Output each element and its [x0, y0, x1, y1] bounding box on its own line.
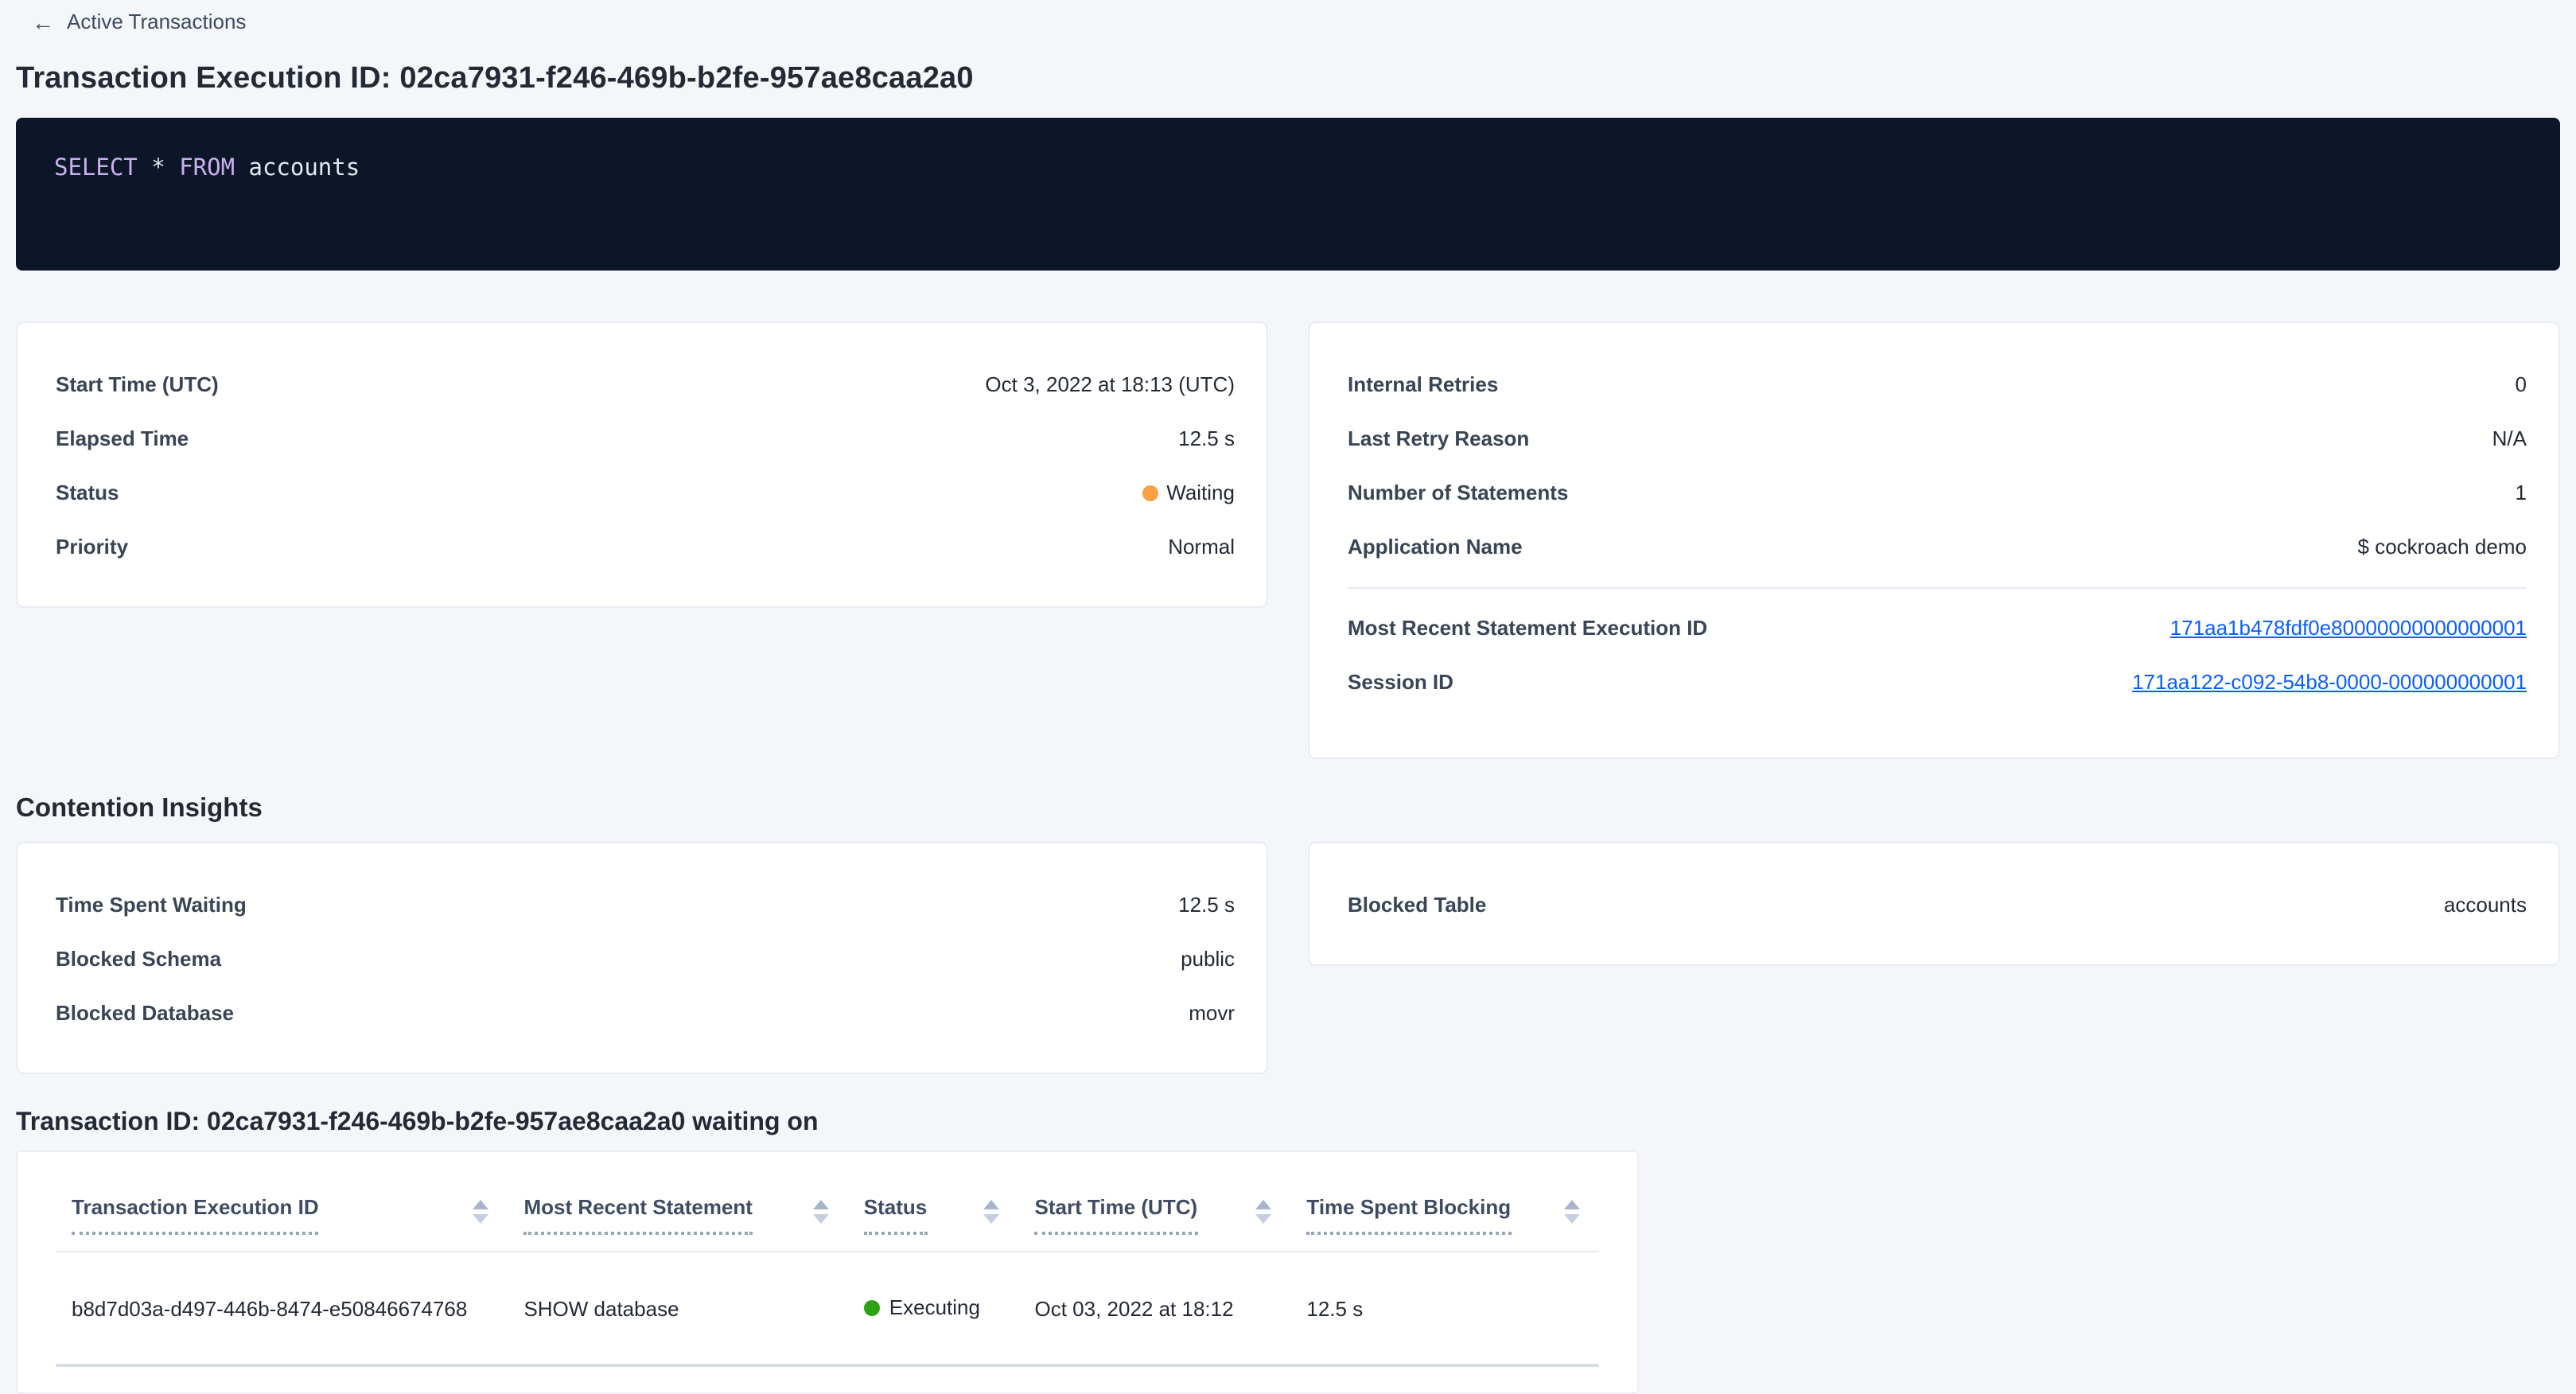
status-text: Waiting — [1166, 481, 1235, 504]
summary-row-statement-execution-id: Most Recent Statement Execution ID 171aa… — [1348, 601, 2527, 655]
sql-statement-box: SELECT * FROM accounts — [16, 117, 2560, 270]
summary-row-start-time: Start Time (UTC) Oct 3, 2022 at 18:13 (U… — [56, 357, 1235, 411]
back-link-active-transactions[interactable]: ← Active Transactions — [32, 10, 246, 33]
contention-row-blocked-schema: Blocked Schema public — [56, 932, 1235, 986]
row-label: Priority — [56, 535, 128, 559]
row-value: 1 — [2516, 481, 2527, 504]
table-row-divider — [56, 1364, 1599, 1367]
contention-row-blocked-database: Blocked Database movr — [56, 986, 1235, 1040]
row-label: Blocked Database — [56, 1001, 234, 1025]
summary-row-internal-retries: Internal Retries 0 — [1348, 357, 2527, 411]
sort-icon[interactable] — [984, 1199, 1000, 1223]
summary-cards-row: Start Time (UTC) Oct 3, 2022 at 18:13 (U… — [16, 321, 2560, 758]
row-label: Most Recent Statement Execution ID — [1348, 616, 1707, 640]
sql-statement: SELECT * FROM accounts — [54, 155, 2522, 181]
row-label: Application Name — [1348, 535, 1523, 559]
row-label: Blocked Schema — [56, 947, 221, 971]
table-row: b8d7d03a-d497-446b-8474-e50846674768 SHO… — [18, 1252, 1637, 1364]
statement-execution-id-link[interactable]: 171aa1b478fdf0e80000000000000001 — [2170, 616, 2527, 640]
row-label: Number of Statements — [1348, 481, 1568, 504]
row-value: movr — [1189, 1001, 1235, 1025]
status-executing-dot-icon — [864, 1300, 880, 1316]
summary-card-right: Internal Retries 0 Last Retry Reason N/A… — [1308, 321, 2560, 758]
cell-start-time: Oct 03, 2022 at 18:12 — [1019, 1296, 1291, 1320]
row-value: Normal — [1168, 535, 1235, 559]
transaction-details-page: ← Active Transactions Transaction Execut… — [0, 0, 2576, 1365]
sort-icon[interactable] — [813, 1199, 829, 1223]
waiting-on-heading: Transaction ID: 02ca7931-f246-469b-b2fe-… — [16, 1108, 2560, 1137]
column-header-label: Time Spent Blocking — [1306, 1193, 1511, 1235]
row-label: Internal Retries — [1348, 372, 1498, 396]
summary-row-status: Status Waiting — [56, 465, 1235, 520]
page-title: Transaction Execution ID: 02ca7931-f246-… — [16, 61, 2560, 96]
sql-star: * — [151, 155, 165, 181]
contention-card-right: Blocked Table accounts — [1308, 841, 2560, 965]
session-id-link[interactable]: 171aa122-c092-54b8-0000-000000000001 — [2132, 670, 2527, 694]
row-value: public — [1181, 947, 1235, 971]
back-link-label: Active Transactions — [67, 10, 246, 33]
row-label: Elapsed Time — [56, 426, 189, 450]
row-value: $ cockroach demo — [2358, 535, 2527, 559]
row-label: Session ID — [1348, 670, 1453, 694]
row-label: Status — [56, 481, 119, 504]
summary-row-elapsed-time: Elapsed Time 12.5 s — [56, 411, 1235, 465]
column-header-start-time[interactable]: Start Time (UTC) — [1019, 1193, 1291, 1235]
table-header-row: Transaction Execution ID Most Recent Sta… — [18, 1151, 1637, 1235]
summary-row-application-name: Application Name $ cockroach demo — [1348, 520, 2527, 574]
sort-icon[interactable] — [473, 1199, 488, 1223]
sort-icon[interactable] — [1564, 1199, 1580, 1223]
summary-row-number-of-statements: Number of Statements 1 — [1348, 465, 2527, 520]
summary-row-session-id: Session ID 171aa122-c092-54b8-0000-00000… — [1348, 655, 2527, 709]
card-divider — [1348, 586, 2527, 588]
summary-card-left: Start Time (UTC) Oct 3, 2022 at 18:13 (U… — [16, 321, 1268, 607]
cell-status: Executing — [848, 1296, 1019, 1321]
row-value: 0 — [2516, 372, 2527, 396]
status-waiting-dot-icon — [1142, 485, 1158, 500]
sql-table-name: accounts — [249, 155, 360, 181]
column-header-label: Transaction Execution ID — [72, 1193, 319, 1235]
row-label: Time Spent Waiting — [56, 893, 247, 917]
cell-transaction-execution-id: b8d7d03a-d497-446b-8474-e50846674768 — [56, 1296, 508, 1320]
status-text: Executing — [889, 1296, 980, 1320]
row-value: 12.5 s — [1178, 893, 1235, 917]
cell-time-spent-blocking: 12.5 s — [1290, 1296, 1599, 1320]
status-badge: Waiting — [1142, 481, 1235, 504]
row-value: N/A — [2492, 426, 2527, 450]
column-header-label: Status — [864, 1193, 927, 1235]
contention-row-blocked-table: Blocked Table accounts — [1348, 878, 2527, 932]
contention-insights-heading: Contention Insights — [16, 793, 2560, 824]
contention-card-left: Time Spent Waiting 12.5 s Blocked Schema… — [16, 841, 1268, 1073]
sql-keyword-from: FROM — [179, 155, 235, 181]
back-arrow-icon: ← — [32, 10, 54, 33]
summary-row-priority: Priority Normal — [56, 520, 1235, 574]
contention-row-time-spent-waiting: Time Spent Waiting 12.5 s — [56, 878, 1235, 932]
summary-row-last-retry-reason: Last Retry Reason N/A — [1348, 411, 2527, 465]
sort-icon[interactable] — [1255, 1199, 1271, 1223]
row-label: Start Time (UTC) — [56, 372, 219, 396]
column-header-most-recent-statement[interactable]: Most Recent Statement — [508, 1193, 847, 1235]
row-value: Oct 3, 2022 at 18:13 (UTC) — [985, 372, 1235, 396]
row-label: Last Retry Reason — [1348, 426, 1529, 450]
row-label: Blocked Table — [1348, 893, 1486, 917]
cell-most-recent-statement: SHOW database — [508, 1296, 847, 1320]
column-header-status[interactable]: Status — [848, 1193, 1019, 1235]
column-header-label: Most Recent Statement — [523, 1193, 753, 1235]
waiting-on-table: Transaction Execution ID Most Recent Sta… — [16, 1150, 1639, 1394]
row-value: 12.5 s — [1178, 426, 1235, 450]
status-badge: Executing — [864, 1296, 980, 1320]
sql-keyword-select: SELECT — [54, 155, 138, 181]
row-value: accounts — [2444, 893, 2527, 917]
column-header-label: Start Time (UTC) — [1035, 1193, 1198, 1235]
column-header-transaction-execution-id[interactable]: Transaction Execution ID — [56, 1193, 508, 1235]
contention-cards-row: Time Spent Waiting 12.5 s Blocked Schema… — [16, 841, 2560, 1073]
column-header-time-spent-blocking[interactable]: Time Spent Blocking — [1290, 1193, 1599, 1235]
